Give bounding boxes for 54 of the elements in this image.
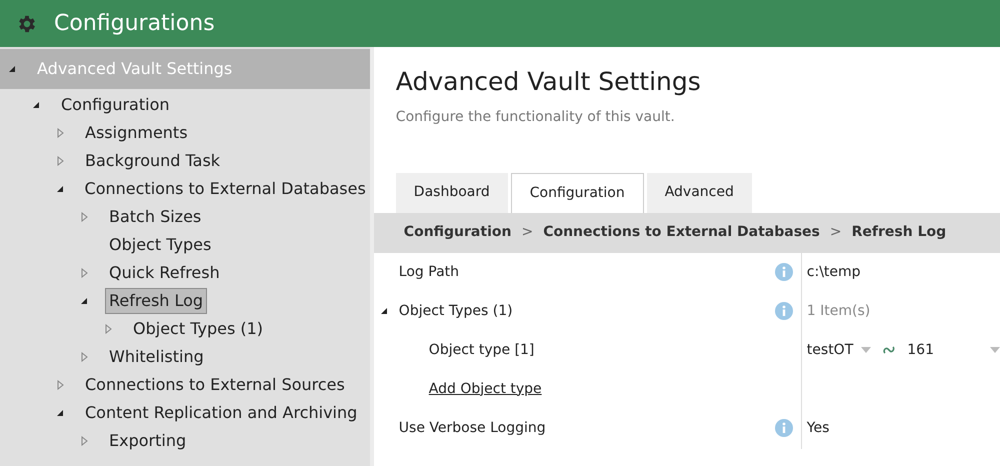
property-value[interactable]: c:\temp (806, 262, 861, 282)
lookup-id: 161 (907, 340, 934, 360)
property-label: Object Types (1) (398, 302, 514, 320)
info-icon[interactable] (774, 302, 793, 320)
tab[interactable]: Advanced (646, 172, 752, 212)
collapse-icon[interactable] (380, 306, 389, 316)
tree-item[interactable]: Configuration (57, 92, 174, 118)
expand-icon[interactable] (80, 352, 89, 362)
tree-item[interactable]: Connections to External Sources (81, 372, 349, 398)
tree-item[interactable]: Background Task (81, 148, 224, 174)
property-value[interactable]: Yes (806, 418, 830, 438)
dropdown-caret-icon[interactable] (990, 347, 1000, 353)
item-count: 1 Item(s) (806, 302, 870, 320)
collapse-icon[interactable] (8, 64, 17, 74)
tree-item[interactable]: Batch Sizes (105, 204, 206, 230)
breadcrumb-item[interactable]: Configuration (404, 222, 512, 243)
tree-item[interactable]: Content Replication and Archiving (81, 400, 362, 426)
expand-icon[interactable] (80, 436, 89, 446)
tree-item[interactable]: Quick Refresh (105, 260, 224, 286)
lookup-value[interactable]: testOT (806, 340, 854, 360)
expand-icon[interactable] (80, 268, 89, 278)
link-icon (883, 345, 896, 355)
breadcrumb-separator: > (521, 223, 534, 242)
app-title: Configurations (54, 10, 215, 38)
property-label: Log Path (398, 262, 460, 282)
tree-item[interactable]: Object Types (105, 232, 216, 258)
expand-icon[interactable] (56, 156, 65, 166)
expand-icon[interactable] (56, 380, 65, 390)
collapse-icon[interactable] (80, 296, 89, 306)
info-icon[interactable] (774, 263, 793, 281)
breadcrumb-item[interactable]: Refresh Log (852, 222, 946, 243)
tab[interactable]: Dashboard (396, 172, 508, 212)
tree-item[interactable]: Exporting (105, 428, 190, 454)
info-icon[interactable] (774, 419, 793, 437)
expand-icon[interactable] (80, 212, 89, 222)
tree-item[interactable]: Object Types (1) (129, 316, 268, 342)
collapse-icon[interactable] (56, 408, 65, 418)
add-link[interactable]: Add Object type (398, 378, 542, 400)
breadcrumb-separator: > (830, 223, 842, 242)
tree-item[interactable]: Whitelisting (105, 344, 208, 370)
expand-icon[interactable] (56, 128, 65, 138)
collapse-icon[interactable] (56, 184, 65, 194)
expand-icon[interactable] (104, 324, 113, 334)
tree-item[interactable]: Refresh Log (105, 288, 208, 314)
tree-item[interactable]: Assignments (81, 120, 192, 146)
page-title: Advanced Vault Settings (394, 66, 702, 98)
collapse-icon[interactable] (32, 100, 41, 110)
property-label: Object type [1] (428, 340, 536, 360)
property-label: Use Verbose Logging (398, 418, 547, 438)
dropdown-caret-icon[interactable] (861, 347, 872, 353)
tree-item[interactable]: Connections to External Databases (80, 176, 370, 202)
page-subtitle: Configure the functionality of this vault. (394, 108, 676, 126)
tab[interactable]: Configuration (510, 172, 644, 212)
breadcrumb-item[interactable]: Connections to External Databases (543, 222, 820, 243)
